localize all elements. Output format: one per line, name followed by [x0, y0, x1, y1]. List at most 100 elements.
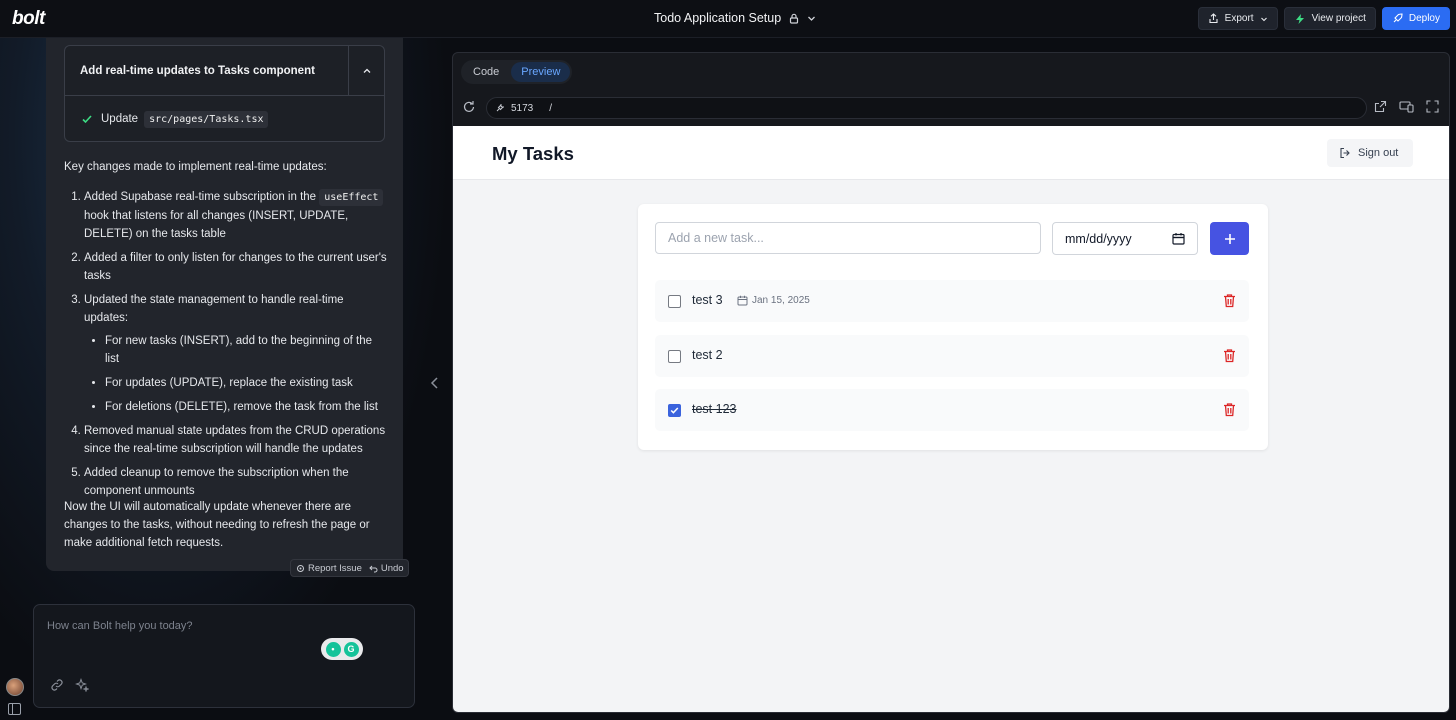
- workbench-panel: Code Preview 5173 / My Tasks Sign out Ad…: [452, 52, 1450, 713]
- calendar-icon[interactable]: [1172, 232, 1185, 245]
- grammarly-g-icon: G: [343, 641, 359, 657]
- link-icon[interactable]: [50, 678, 64, 692]
- plug-icon: [496, 104, 504, 112]
- deploy-label: Deploy: [1408, 13, 1440, 24]
- sidebar-toggle-icon[interactable]: [8, 703, 21, 715]
- sparkles-icon[interactable]: [75, 678, 89, 692]
- list-item: Removed manual state updates from the CR…: [84, 422, 389, 458]
- due-date-text: Jan 15, 2025: [752, 295, 810, 306]
- top-bar: bolt Todo Application Setup Export View …: [0, 0, 1456, 38]
- grammarly-bulb-icon: •: [325, 641, 341, 657]
- changes-list: Added Supabase real-time subscription in…: [64, 188, 389, 506]
- log-out-icon: [1340, 147, 1350, 159]
- avatar[interactable]: [6, 678, 24, 696]
- bolt-logo[interactable]: bolt: [12, 8, 45, 30]
- step3-text: Updated the state management to handle r…: [84, 294, 344, 324]
- sub-list: For new tasks (INSERT), add to the begin…: [84, 332, 389, 416]
- undo-icon: [369, 565, 378, 572]
- trash-icon[interactable]: [1223, 402, 1236, 417]
- action-verb: Update: [101, 113, 139, 125]
- sub-list-item: For updates (UPDATE), replace the existi…: [105, 374, 389, 392]
- list-item: Updated the state management to handle r…: [84, 291, 389, 416]
- message-actions: Report Issue Undo: [290, 559, 409, 577]
- port-number: 5173: [511, 102, 534, 114]
- lock-icon: [790, 13, 799, 24]
- export-button[interactable]: Export: [1197, 7, 1278, 30]
- list-item: Added cleanup to remove the subscription…: [84, 464, 389, 500]
- trash-icon[interactable]: [1223, 348, 1236, 363]
- list-item: Added a filter to only listen for change…: [84, 249, 389, 285]
- prompt-placeholder: How can Bolt help you today?: [47, 620, 193, 632]
- page-title: My Tasks: [492, 143, 574, 164]
- fullscreen-icon[interactable]: [1426, 100, 1439, 113]
- chevron-down-icon: [808, 16, 816, 21]
- due-date: Jan 15, 2025: [737, 295, 810, 306]
- task-checkbox[interactable]: [668, 295, 681, 308]
- chevron-up-icon: [363, 68, 370, 73]
- artifact-header[interactable]: Add real-time updates to Tasks component: [65, 46, 384, 96]
- task-row: test 3 Jan 15, 2025: [655, 280, 1249, 322]
- artifact-card: Add real-time updates to Tasks component…: [64, 45, 385, 142]
- outro-text: Now the UI will automatically update whe…: [64, 501, 370, 549]
- intro-text: Key changes made to implement real-time …: [64, 161, 327, 173]
- project-title-text: Todo Application Setup: [654, 11, 782, 25]
- report-issue-label: Report Issue: [308, 562, 362, 574]
- share-icon: [1209, 13, 1218, 24]
- reload-icon[interactable]: [462, 100, 476, 114]
- step1-text-a: Added Supabase real-time subscription in…: [84, 191, 317, 203]
- report-issue-button[interactable]: Report Issue: [296, 563, 362, 574]
- new-task-input[interactable]: Add a new task...: [655, 222, 1041, 254]
- date-placeholder: mm/dd/yyyy: [1065, 231, 1132, 246]
- due-date-input[interactable]: mm/dd/yyyy: [1052, 222, 1198, 255]
- preview-frame: My Tasks Sign out Add a new task... mm/d…: [453, 126, 1449, 712]
- bolt-icon: [1295, 13, 1304, 24]
- preview-address-bar[interactable]: 5173 /: [486, 97, 1367, 119]
- url-path: /: [549, 102, 553, 114]
- inline-code: useEffect: [319, 189, 384, 206]
- chevron-down-icon: [1260, 17, 1267, 21]
- sub-list-item: For deletions (DELETE), remove the task …: [105, 398, 389, 416]
- view-project-label: View project: [1311, 13, 1366, 24]
- artifact-action-row: Update src/pages/Tasks.tsx: [65, 96, 384, 142]
- prompt-input[interactable]: How can Bolt help you today? • G: [33, 604, 415, 708]
- sign-out-button[interactable]: Sign out: [1327, 139, 1413, 167]
- app-header: My Tasks Sign out: [453, 126, 1449, 180]
- task-row: test 2: [655, 335, 1249, 377]
- undo-label: Undo: [380, 562, 404, 574]
- undo-button[interactable]: Undo: [369, 563, 404, 574]
- task-checkbox[interactable]: [668, 350, 681, 363]
- devices-icon[interactable]: [1399, 100, 1414, 113]
- open-external-icon[interactable]: [1374, 100, 1387, 113]
- view-project-button[interactable]: View project: [1283, 7, 1376, 30]
- new-task-placeholder: Add a new task...: [668, 231, 764, 245]
- sub-list-item: For new tasks (INSERT), add to the begin…: [105, 332, 389, 368]
- step1-text-b: hook that listens for all changes (INSER…: [84, 210, 349, 240]
- view-tabs: Code Preview: [461, 60, 573, 84]
- task-row: test 123: [655, 389, 1249, 431]
- grammarly-widget[interactable]: • G: [321, 638, 363, 660]
- export-label: Export: [1224, 13, 1254, 24]
- check-icon: [670, 407, 679, 414]
- task-label: test 2: [692, 348, 723, 362]
- check-icon: [82, 115, 92, 124]
- task-label: test 3: [692, 293, 723, 307]
- file-path: src/pages/Tasks.tsx: [144, 110, 269, 128]
- add-task-button[interactable]: [1210, 222, 1249, 255]
- project-title[interactable]: Todo Application Setup: [654, 11, 816, 25]
- artifact-title: Add real-time updates to Tasks component: [80, 64, 315, 77]
- plus-icon: [1224, 233, 1235, 244]
- tab-code[interactable]: Code: [463, 62, 509, 82]
- list-item: Added Supabase real-time subscription in…: [84, 188, 389, 243]
- tab-preview[interactable]: Preview: [511, 62, 571, 82]
- sign-out-label: Sign out: [1358, 147, 1399, 159]
- collapse-toggle[interactable]: [348, 46, 384, 95]
- deploy-button[interactable]: Deploy: [1381, 7, 1450, 30]
- task-label: test 123: [692, 402, 737, 416]
- trash-icon[interactable]: [1223, 293, 1236, 308]
- rocket-icon: [1393, 13, 1403, 23]
- settings-icon: [297, 564, 304, 572]
- task-card: Add a new task... mm/dd/yyyy test 3 Jan …: [638, 204, 1268, 450]
- task-checkbox[interactable]: [668, 404, 681, 417]
- calendar-icon: [737, 295, 748, 306]
- chevron-left-icon[interactable]: [430, 376, 440, 390]
